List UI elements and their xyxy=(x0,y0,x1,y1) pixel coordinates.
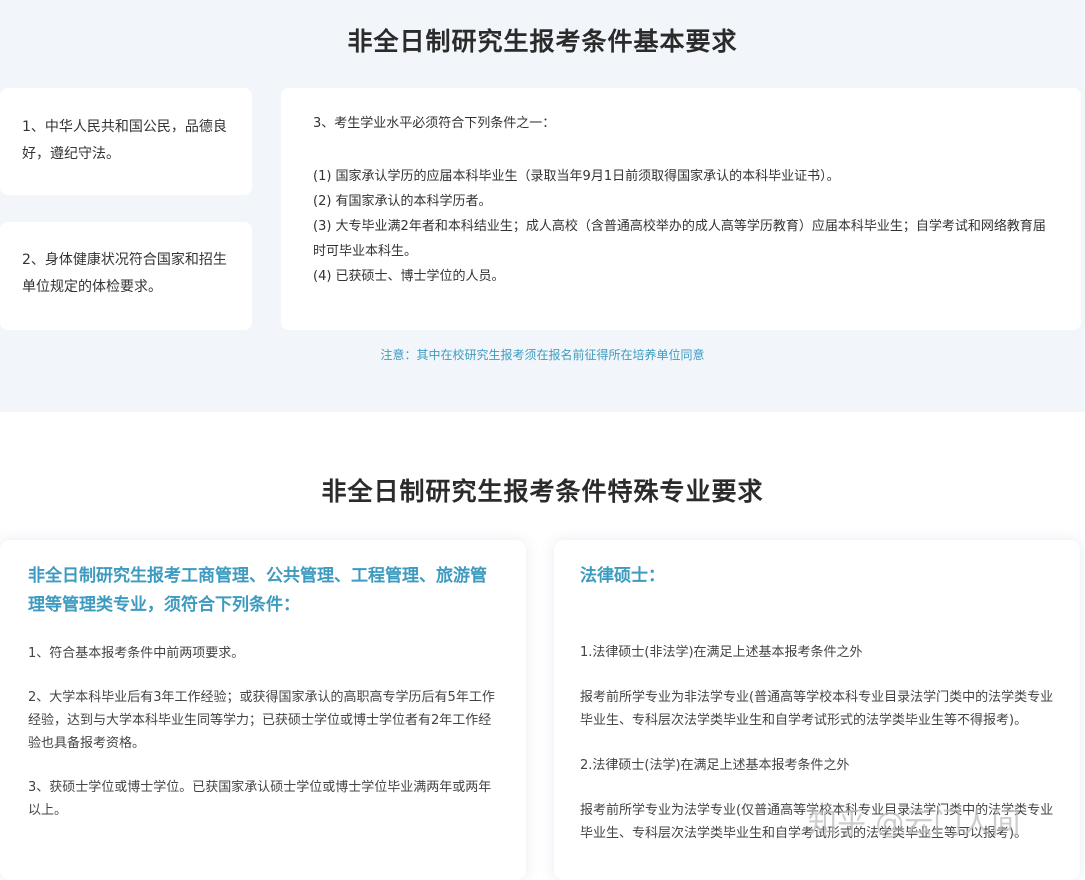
special-requirements-title: 非全日制研究生报考条件特殊专业要求 xyxy=(321,477,764,506)
management-majors-title: 非全日制研究生报考工商管理、公共管理、工程管理、旅游管理等管理类专业，须符合下列… xyxy=(28,566,487,615)
academic-requirement-lead: 3、考生学业水平必须符合下列条件之一： xyxy=(313,116,556,131)
requirement-card-health: 2、身体健康状况符合国家和招生单位规定的体检要求。 xyxy=(0,222,252,330)
academic-condition-item: (1) 国家承认学历的应届本科毕业生（录取当年9月1日前须取得国家承认的本科毕业… xyxy=(313,169,840,184)
law-requirement-item: 2.法律硕士(法学)在满足上述基本报考条件之外 xyxy=(580,758,850,773)
law-master-card: 法律硕士： 1.法律硕士(非法学)在满足上述基本报考条件之外 报考前所学专业为非… xyxy=(554,540,1080,880)
management-requirement-item: 2、大学本科毕业后有3年工作经验；或获得国家承认的高职高专学历后有5年工作经验，… xyxy=(28,690,495,751)
law-requirement-item: 报考前所学专业为非法学专业(普通高等学校本科专业目录法学门类中的法学类专业毕业生… xyxy=(580,690,1054,728)
law-master-title: 法律硕士： xyxy=(580,566,665,586)
management-requirement-item: 3、获硕士学位或博士学位。已获国家承认硕士学位或博士学位毕业满两年或两年以上。 xyxy=(28,780,492,818)
academic-condition-item: (4) 已获硕士、博士学位的人员。 xyxy=(313,269,505,284)
management-requirement-item: 1、符合基本报考条件中前两项要求。 xyxy=(28,646,245,661)
requirement-card-citizenship: 1、中华人民共和国公民，品德良好，遵纪守法。 xyxy=(0,88,252,195)
law-requirement-item: 1.法律硕士(非法学)在满足上述基本报考条件之外 xyxy=(580,645,863,660)
enrolled-student-note: 注意：其中在校研究生报考须在报名前征得所在培养单位同意 xyxy=(380,348,705,362)
academic-condition-item: (3) 大专毕业满2年者和本科结业生；成人高校（含普通高校举办的成人高等学历教育… xyxy=(313,219,1046,259)
requirement-health-text: 2、身体健康状况符合国家和招生单位规定的体检要求。 xyxy=(22,252,227,295)
law-requirement-item: 报考前所学专业为法学专业(仅普通高等学校本科专业目录法学门类中的法学类专业毕业生… xyxy=(580,803,1054,841)
basic-requirements-title: 非全日制研究生报考条件基本要求 xyxy=(347,27,738,56)
management-majors-card: 非全日制研究生报考工商管理、公共管理、工程管理、旅游管理等管理类专业，须符合下列… xyxy=(0,540,526,880)
academic-condition-item: (2) 有国家承认的本科学历者。 xyxy=(313,194,492,209)
requirement-citizenship-text: 1、中华人民共和国公民，品德良好，遵纪守法。 xyxy=(22,119,227,162)
requirement-card-academic: 3、考生学业水平必须符合下列条件之一： (1) 国家承认学历的应届本科毕业生（录… xyxy=(281,88,1081,330)
